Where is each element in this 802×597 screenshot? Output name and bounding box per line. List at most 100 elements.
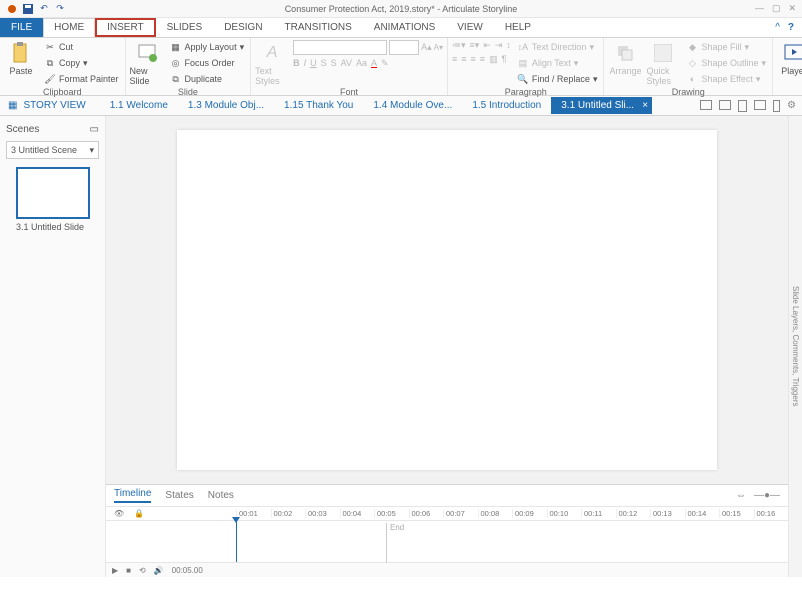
slide-bar: ▦ STORY VIEW 1.1 Welcome 1.3 Module Obj.… (0, 96, 802, 116)
layout-icon: ▦ (170, 41, 182, 53)
tab-design[interactable]: DESIGN (213, 18, 273, 37)
numbering-icon[interactable]: ≡▾ (470, 40, 480, 51)
apply-layout-button[interactable]: ▦Apply Layout ▾ (168, 40, 247, 54)
time-tick: 00:12 (616, 509, 651, 518)
right-rail[interactable]: Slide Layers, Comments, Triggers (788, 116, 802, 577)
scene-select[interactable]: 3 Untitled Scene▾ (6, 141, 99, 159)
slidetab-1[interactable]: 1.3 Module Obj... (178, 97, 274, 114)
stop-icon[interactable]: ■ (126, 566, 131, 575)
rewind-icon[interactable]: ⟲ (139, 566, 146, 575)
align-text-icon: ▤ (517, 57, 529, 69)
story-view-label[interactable]: STORY VIEW (23, 100, 85, 111)
tab-transitions[interactable]: TRANSITIONS (274, 18, 363, 37)
slidetab-4[interactable]: 1.5 Introduction (462, 97, 551, 114)
slide-thumbnail[interactable] (16, 167, 90, 219)
view-phone-portrait-icon[interactable] (773, 100, 780, 112)
window-title: Consumer Protection Act, 2019.story* - A… (0, 4, 802, 14)
eye-icon[interactable]: 👁 (114, 509, 124, 518)
shape-outline-button[interactable]: ◇Shape Outline ▾ (684, 56, 768, 70)
rtl-icon[interactable]: ¶ (502, 54, 507, 65)
shrink-font-icon[interactable]: A▾ (434, 43, 443, 52)
columns-icon[interactable]: ▥ (489, 54, 498, 65)
new-slide-button[interactable]: New Slide (130, 40, 164, 86)
align-left-icon[interactable]: ≡ (452, 54, 457, 65)
slidetab-3[interactable]: 1.4 Module Ove... (363, 97, 462, 114)
view-phone-landscape-icon[interactable] (754, 100, 766, 110)
timeline-tracks[interactable]: End (106, 521, 788, 562)
line-spacing-icon[interactable]: ↕ (506, 40, 511, 51)
tab-help[interactable]: HELP (494, 18, 542, 37)
lock-icon[interactable]: 🔒 (134, 509, 144, 518)
volume-icon[interactable]: 🔊 (154, 566, 164, 575)
grow-font-icon[interactable]: A▴ (421, 42, 432, 53)
align-center-icon[interactable]: ≡ (461, 54, 466, 65)
view-desktop-icon[interactable] (700, 100, 712, 110)
tab-file[interactable]: FILE (0, 18, 43, 37)
tab-home[interactable]: HOME (43, 18, 95, 37)
format-painter-button[interactable]: 🖌Format Painter (42, 72, 121, 86)
undo-icon[interactable]: ↶ (38, 3, 50, 15)
timeline-zoom-fit-icon[interactable]: ⇔ (736, 490, 746, 501)
text-styles-button[interactable]: A Text Styles (255, 40, 289, 86)
time-tick: 00:03 (305, 509, 340, 518)
settings-icon[interactable]: ⚙ (787, 100, 796, 112)
tab-insert[interactable]: INSERT (95, 18, 156, 37)
font-size-select[interactable] (389, 40, 419, 55)
slidetab-0[interactable]: 1.1 Welcome (100, 97, 178, 114)
bold-button[interactable]: B (293, 58, 300, 69)
justify-icon[interactable]: ≡ (480, 54, 485, 65)
font-family-select[interactable] (293, 40, 387, 55)
help-icon[interactable]: ? (788, 22, 794, 33)
new-slide-icon (136, 42, 158, 64)
copy-button[interactable]: ⧉Copy ▾ (42, 56, 121, 70)
spacing-button[interactable]: AV (341, 58, 352, 69)
text-direction-button[interactable]: ↕AText Direction ▾ (515, 40, 600, 54)
focus-order-button[interactable]: ◎Focus Order (168, 56, 247, 70)
quick-styles-button[interactable]: Quick Styles (646, 40, 680, 86)
strike-button[interactable]: S (321, 58, 327, 69)
font-color-button[interactable]: A (371, 58, 377, 69)
play-icon[interactable]: ▶ (112, 566, 118, 575)
maximize-icon[interactable]: ▢ (772, 3, 781, 14)
outdent-icon[interactable]: ⇤ (483, 40, 491, 51)
cut-button[interactable]: ✂Cut (42, 40, 121, 54)
view-tablet-portrait-icon[interactable] (738, 100, 747, 112)
slidetab-5[interactable]: 3.1 Untitled Sli... (551, 97, 652, 114)
tab-animations[interactable]: ANIMATIONS (363, 18, 446, 37)
story-view-icon[interactable]: ▦ (8, 100, 17, 111)
slidetab-2[interactable]: 1.15 Thank You (274, 97, 363, 114)
slide-canvas[interactable] (177, 130, 717, 470)
tab-view[interactable]: VIEW (446, 18, 494, 37)
align-text-button[interactable]: ▤Align Text ▾ (515, 56, 600, 70)
tab-timeline[interactable]: Timeline (114, 488, 151, 503)
highlight-button[interactable]: ✎ (381, 58, 389, 69)
playhead[interactable] (236, 521, 237, 562)
tab-notes[interactable]: Notes (208, 490, 234, 501)
underline-button[interactable]: U (310, 58, 317, 69)
save-icon[interactable] (22, 3, 34, 15)
align-right-icon[interactable]: ≡ (471, 54, 476, 65)
player-button[interactable]: Player (777, 40, 802, 76)
collapse-ribbon-icon[interactable]: ^ (775, 22, 780, 33)
redo-icon[interactable]: ↷ (54, 3, 66, 15)
italic-button[interactable]: I (304, 58, 307, 69)
duplicate-button[interactable]: ⧉Duplicate (168, 72, 247, 86)
shape-fill-button[interactable]: ◆Shape Fill ▾ (684, 40, 768, 54)
paste-button[interactable]: Paste (4, 40, 38, 76)
scenes-menu-icon[interactable]: ▭ (90, 124, 99, 135)
shadow-button[interactable]: S (331, 58, 337, 69)
canvas-area: Timeline States Notes ⇔ —●— 👁 🔒 00:0100:… (106, 116, 788, 577)
minimize-icon[interactable]: — (755, 3, 764, 14)
close-icon[interactable]: ✕ (788, 3, 796, 14)
bullets-icon[interactable]: ≔▾ (452, 40, 466, 51)
find-replace-button[interactable]: 🔍Find / Replace ▾ (515, 72, 600, 86)
shape-effect-button[interactable]: ◐Shape Effect ▾ (684, 72, 768, 86)
case-button[interactable]: Aa (356, 58, 367, 69)
view-tablet-landscape-icon[interactable] (719, 100, 731, 110)
timeline-zoom-slider-icon[interactable]: —●— (754, 490, 780, 501)
tab-states[interactable]: States (165, 490, 193, 501)
arrange-button[interactable]: Arrange (608, 40, 642, 76)
time-ruler[interactable]: 👁 🔒 00:0100:0200:0300:0400:0500:0600:070… (106, 507, 788, 521)
indent-icon[interactable]: ⇥ (495, 40, 503, 51)
tab-slides[interactable]: SLIDES (156, 18, 214, 37)
